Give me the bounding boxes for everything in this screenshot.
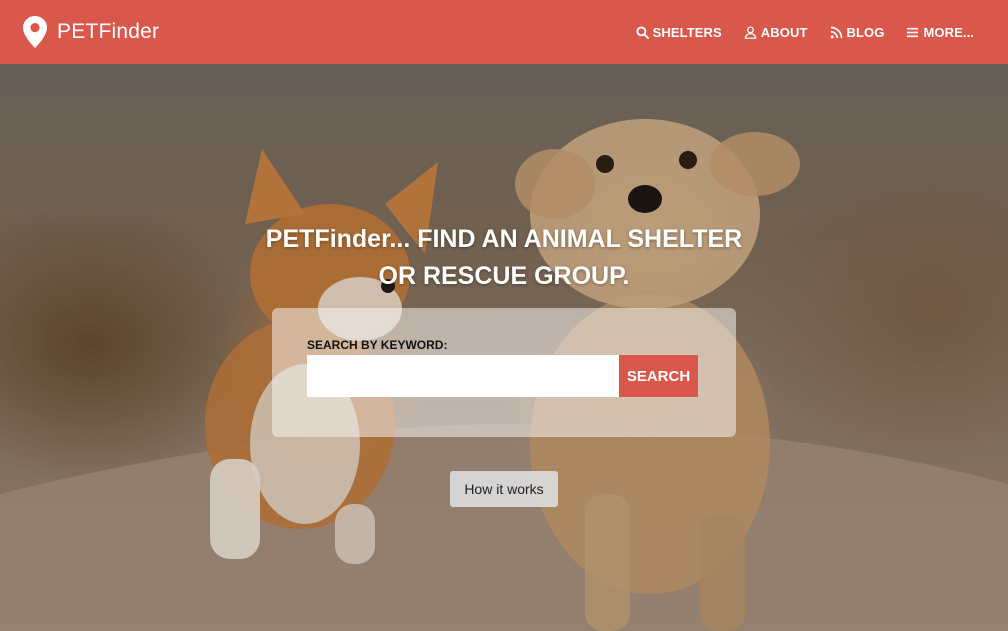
rss-icon bbox=[830, 26, 842, 38]
search-icon bbox=[636, 25, 649, 39]
nav-item-blog[interactable]: BLOG bbox=[830, 25, 885, 40]
nav-item-label: BLOG bbox=[846, 24, 885, 40]
menu-icon bbox=[907, 27, 919, 37]
hero-title: PETFinder... FIND AN ANIMAL SHELTER OR R… bbox=[0, 221, 1008, 295]
nav-item-shelters[interactable]: SHELTERS bbox=[636, 25, 722, 40]
nav-item-about[interactable]: ABOUT bbox=[744, 25, 808, 40]
search-panel: SEARCH BY KEYWORD: SEARCH bbox=[272, 308, 736, 437]
nav-item-label: MORE... bbox=[923, 24, 974, 40]
search-button[interactable]: SEARCH bbox=[619, 355, 698, 397]
nav-item-label: ABOUT bbox=[760, 24, 808, 40]
search-label: SEARCH BY KEYWORD: bbox=[307, 338, 448, 352]
map-pin-icon bbox=[23, 16, 47, 48]
nav-item-label: SHELTERS bbox=[652, 24, 722, 40]
how-it-works-button[interactable]: How it works bbox=[450, 471, 558, 507]
brand-name: PETFinder bbox=[57, 20, 160, 43]
search-input[interactable] bbox=[307, 355, 619, 397]
user-icon bbox=[744, 25, 757, 39]
hero-section: PETFinder... FIND AN ANIMAL SHELTER OR R… bbox=[0, 64, 1008, 631]
main-nav: SHELTERS ABOUT BLOG MORE... bbox=[614, 25, 974, 40]
top-navbar: PETFinder SHELTERS ABOUT BLOG MORE... bbox=[0, 0, 1008, 64]
brand-link[interactable]: PETFinder bbox=[22, 15, 159, 49]
nav-item-more[interactable]: MORE... bbox=[906, 25, 974, 40]
hero-title-line-2: OR RESCUE GROUP. bbox=[378, 262, 630, 290]
hero-title-line-1: PETFinder... FIND AN ANIMAL SHELTER bbox=[265, 225, 743, 253]
